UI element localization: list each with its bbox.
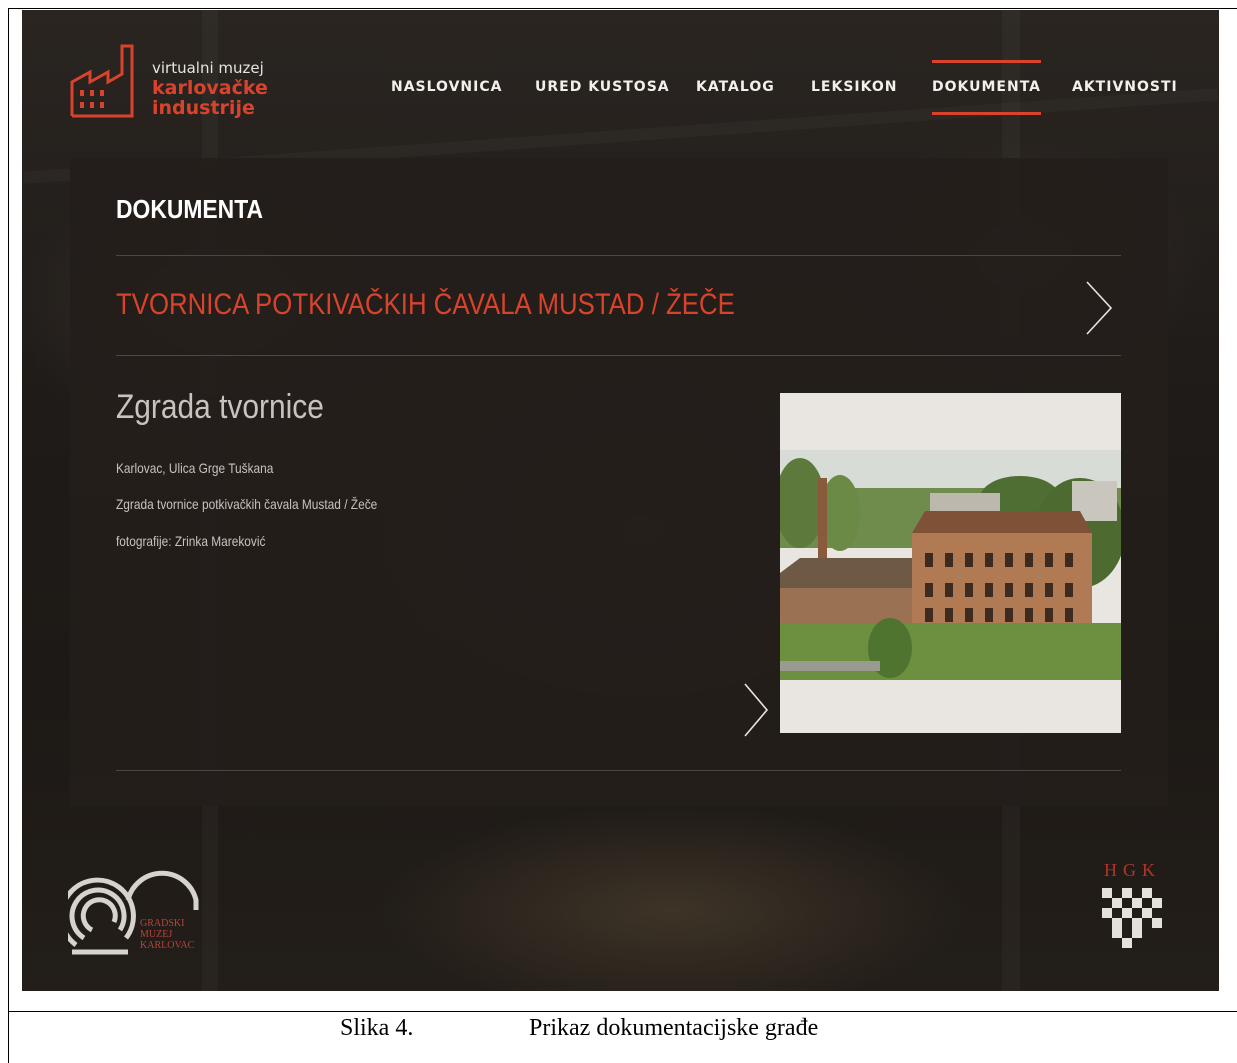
chevron-right-icon[interactable] — [1084, 280, 1114, 336]
nav-item-ured-kustosa[interactable]: URED KUSTOSA — [535, 79, 670, 95]
item-credit: fotografije: Zrinka Mareković — [116, 533, 266, 549]
logo-line-2: karlovačke — [152, 77, 268, 99]
document-frame-left — [8, 8, 9, 1063]
factory-icon — [70, 44, 134, 118]
item-title: Zgrada tvornice — [116, 388, 324, 426]
divider — [116, 355, 1121, 356]
checkerboard-icon — [1102, 888, 1162, 948]
museum-logo-text: GRADSKI MUZEJ KARLOVAC — [140, 918, 194, 951]
document-frame-separator — [8, 1011, 1237, 1012]
divider — [116, 770, 1121, 771]
nav-item-naslovnica[interactable]: NASLOVNICA — [391, 79, 502, 95]
logo-wordmark: virtualni muzej karlovačke industrije — [152, 58, 268, 118]
museum-logo-line: KARLOVAC — [140, 940, 195, 951]
nav-item-katalog[interactable]: KATALOG — [696, 79, 775, 95]
nav-item-dokumenta[interactable]: DOKUMENTA — [932, 60, 1042, 115]
museum-logo-line: MUZEJ — [140, 929, 173, 940]
hgk-letters: HGK — [1104, 860, 1161, 880]
page-title: DOKUMENTA — [116, 194, 264, 224]
website-screenshot: virtualni muzej karlovačke industrije NA… — [22, 10, 1219, 991]
hgk-logo[interactable]: HGK — [1100, 860, 1168, 956]
figure-number: Slika 4. — [340, 1015, 414, 1041]
museum-logo-line: GRADSKI — [140, 918, 185, 929]
divider — [116, 255, 1121, 256]
chevron-right-icon[interactable] — [742, 682, 770, 738]
factory-building-photo[interactable] — [780, 393, 1121, 733]
item-location: Karlovac, Ulica Grge Tuškana — [116, 460, 274, 476]
content-panel: DOKUMENTA TVORNICA POTKIVAČKIH ČAVALA MU… — [70, 158, 1168, 806]
gradski-muzej-karlovac-logo[interactable]: GRADSKI MUZEJ KARLOVAC — [68, 860, 208, 960]
figure-caption: Slika 4. Prikaz dokumentacijske građe — [0, 1013, 1237, 1049]
document-frame-top — [8, 8, 1237, 9]
item-description: Zgrada tvornice potkivačkih čavala Musta… — [116, 496, 378, 512]
site-logo[interactable]: virtualni muzej karlovačke industrije — [70, 42, 290, 122]
logo-line-3: industrije — [152, 97, 255, 119]
photo-image — [780, 393, 1121, 733]
collection-title-link[interactable]: TVORNICA POTKIVAČKIH ČAVALA MUSTAD / ŽEČ… — [116, 288, 735, 322]
nav-item-leksikon[interactable]: LEKSIKON — [811, 79, 897, 95]
logo-line-1: virtualni muzej — [152, 59, 264, 77]
figure-caption-text: Prikaz dokumentacijske građe — [529, 1015, 819, 1041]
nav-item-aktivnosti[interactable]: AKTIVNOSTI — [1072, 79, 1178, 95]
